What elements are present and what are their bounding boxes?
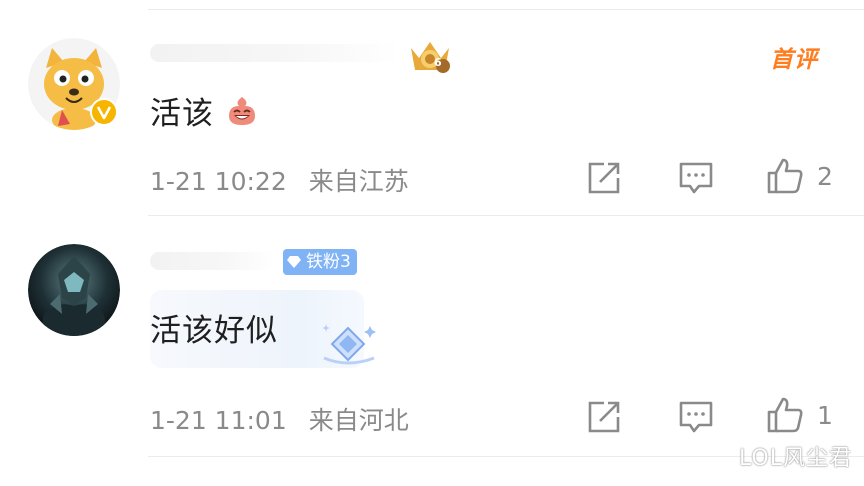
verified-v-badge-icon	[90, 98, 118, 126]
comment-text: 活该好似	[150, 305, 278, 350]
comment-location: 来自河北	[308, 406, 409, 435]
comment-divider	[148, 215, 864, 216]
comment-text-content: 活该	[150, 96, 214, 132]
watermark: LOL风尘君	[738, 446, 852, 471]
comment-text-content: 活该好似	[150, 313, 278, 349]
laughing-emoji-icon	[228, 97, 255, 125]
fan-crown-level-icon	[411, 42, 450, 73]
comment-time: 1-21 10:22	[150, 167, 287, 196]
comment-icon[interactable]	[676, 397, 716, 437]
top-divider	[148, 9, 864, 10]
thumbs-up-icon[interactable]	[765, 395, 805, 435]
share-icon[interactable]	[584, 158, 624, 198]
armored-hero-avatar	[28, 244, 120, 336]
share-icon[interactable]	[584, 397, 624, 437]
comment-meta: 1-21 11:01 来自河北	[150, 401, 409, 437]
comment-icon[interactable]	[676, 158, 716, 198]
like-count: 1	[817, 401, 833, 430]
diamond-icon	[287, 256, 301, 268]
iron-fan-badge: 铁粉3	[283, 249, 357, 275]
like-count: 2	[817, 162, 833, 191]
avatar[interactable]	[28, 244, 120, 336]
username-blurred[interactable]	[150, 44, 400, 62]
diamond-decoration-icon	[322, 324, 376, 365]
comment-text: 活该	[150, 88, 259, 133]
comment-meta: 1-21 10:22 来自江苏	[150, 162, 409, 198]
username-blurred[interactable]	[150, 252, 275, 270]
comment-time: 1-21 11:01	[150, 406, 287, 435]
first-comment-tag: 首评	[770, 47, 818, 73]
badge-label: 铁粉3	[306, 252, 351, 272]
thumbs-up-icon[interactable]	[765, 156, 805, 196]
comment-location: 来自江苏	[308, 167, 409, 196]
crown-level-number: 6	[434, 56, 442, 69]
